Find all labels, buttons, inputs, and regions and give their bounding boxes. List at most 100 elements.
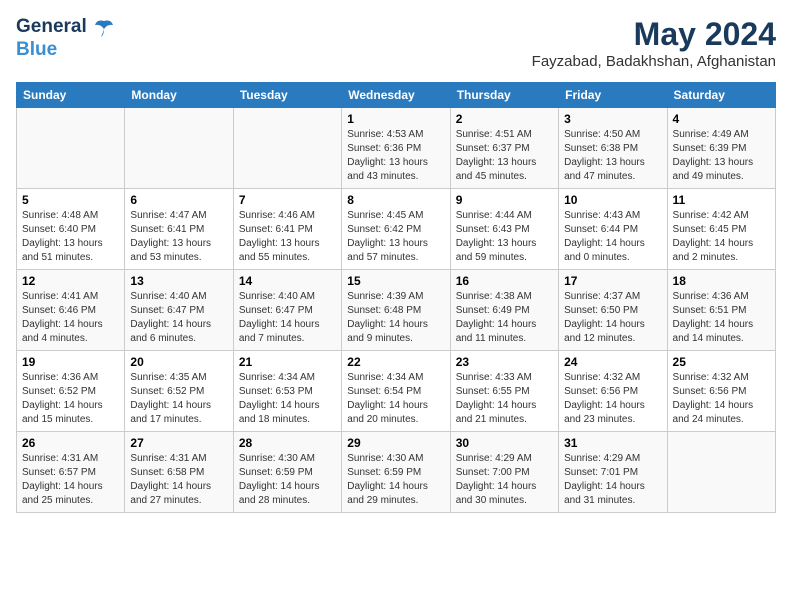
day-number: 22	[347, 355, 444, 369]
col-friday: Friday	[559, 83, 667, 108]
day-info: Sunrise: 4:38 AMSunset: 6:49 PMDaylight:…	[456, 290, 553, 346]
day-number: 24	[564, 355, 661, 369]
calendar-cell: 29 Sunrise: 4:30 AMSunset: 6:59 PMDayligh…	[342, 432, 450, 513]
col-thursday: Thursday	[450, 83, 558, 108]
calendar-cell: 6 Sunrise: 4:47 AMSunset: 6:41 PMDaylight…	[125, 189, 233, 270]
day-info: Sunrise: 4:31 AMSunset: 6:58 PMDaylight:…	[130, 452, 227, 508]
calendar-cell: 24Sunrise: 4:32 AMSunset: 6:56 PMDayligh…	[559, 351, 667, 432]
day-info: Sunrise: 4:30 AMSunset: 6:59 PMDaylight:…	[239, 452, 336, 508]
day-number: 5	[22, 193, 119, 207]
day-number: 1	[347, 112, 444, 126]
col-sunday: Sunday	[17, 83, 125, 108]
calendar-cell	[125, 108, 233, 189]
calendar-week-4: 19Sunrise: 4:36 AMSunset: 6:52 PMDayligh…	[17, 351, 776, 432]
day-info: Sunrise: 4:48 AMSunset: 6:40 PMDaylight:…	[22, 209, 119, 265]
calendar-cell: 14 Sunrise: 4:40 AMSunset: 6:47 PMDayligh…	[233, 270, 341, 351]
day-number: 31	[564, 436, 661, 450]
calendar-cell: 18 Sunrise: 4:36 AMSunset: 6:51 PMDayligh…	[667, 270, 775, 351]
day-info: Sunrise: 4:49 AMSunset: 6:39 PMDaylight:…	[673, 128, 770, 184]
page-header: General Blue May 2024 Fayzabad, Badakhsh…	[16, 16, 776, 70]
day-number: 26	[22, 436, 119, 450]
day-info: Sunrise: 4:41 AMSunset: 6:46 PMDaylight:…	[22, 290, 119, 346]
logo-general-text: General	[16, 16, 87, 37]
day-info: Sunrise: 4:35 AMSunset: 6:52 PMDaylight:…	[130, 371, 227, 427]
calendar-cell: 20 Sunrise: 4:35 AMSunset: 6:52 PMDayligh…	[125, 351, 233, 432]
calendar-cell: 16 Sunrise: 4:38 AMSunset: 6:49 PMDayligh…	[450, 270, 558, 351]
logo: General Blue	[16, 16, 115, 61]
calendar-cell: 15 Sunrise: 4:39 AMSunset: 6:48 PMDayligh…	[342, 270, 450, 351]
calendar-subtitle: Fayzabad, Badakhshan, Afghanistan	[532, 53, 776, 70]
day-info: Sunrise: 4:39 AMSunset: 6:48 PMDaylight:…	[347, 290, 444, 346]
calendar-cell: 2Sunrise: 4:51 AMSunset: 6:37 PMDaylight…	[450, 108, 558, 189]
day-info: Sunrise: 4:36 AMSunset: 6:51 PMDaylight:…	[673, 290, 770, 346]
day-number: 29	[347, 436, 444, 450]
calendar-cell: 8Sunrise: 4:45 AMSunset: 6:42 PMDaylight…	[342, 189, 450, 270]
calendar-table: Sunday Monday Tuesday Wednesday Thursday…	[16, 82, 776, 513]
day-number: 2	[456, 112, 553, 126]
calendar-cell: 7Sunrise: 4:46 AMSunset: 6:41 PMDaylight…	[233, 189, 341, 270]
day-number: 21	[239, 355, 336, 369]
day-number: 6	[130, 193, 227, 207]
day-info: Sunrise: 4:34 AMSunset: 6:54 PMDaylight:…	[347, 371, 444, 427]
day-info: Sunrise: 4:29 AMSunset: 7:00 PMDaylight:…	[456, 452, 553, 508]
day-number: 12	[22, 274, 119, 288]
day-number: 11	[673, 193, 770, 207]
day-number: 13	[130, 274, 227, 288]
day-number: 30	[456, 436, 553, 450]
calendar-cell: 1 Sunrise: 4:53 AMSunset: 6:36 PMDaylight…	[342, 108, 450, 189]
calendar-cell	[233, 108, 341, 189]
day-number: 9	[456, 193, 553, 207]
calendar-week-2: 5 Sunrise: 4:48 AMSunset: 6:40 PMDaylight…	[17, 189, 776, 270]
calendar-cell: 30 Sunrise: 4:29 AMSunset: 7:00 PMDayligh…	[450, 432, 558, 513]
logo-blue-text: Blue	[16, 39, 57, 60]
calendar-cell: 13 Sunrise: 4:40 AMSunset: 6:47 PMDayligh…	[125, 270, 233, 351]
day-number: 16	[456, 274, 553, 288]
day-info: Sunrise: 4:34 AMSunset: 6:53 PMDaylight:…	[239, 371, 336, 427]
calendar-cell: 12 Sunrise: 4:41 AMSunset: 6:46 PMDayligh…	[17, 270, 125, 351]
logo-line1: General	[16, 16, 115, 39]
calendar-cell: 10 Sunrise: 4:43 AMSunset: 6:44 PMDayligh…	[559, 189, 667, 270]
day-info: Sunrise: 4:40 AMSunset: 6:47 PMDaylight:…	[239, 290, 336, 346]
title-block: May 2024 Fayzabad, Badakhshan, Afghanist…	[532, 16, 776, 70]
calendar-cell: 23Sunrise: 4:33 AMSunset: 6:55 PMDayligh…	[450, 351, 558, 432]
day-info: Sunrise: 4:50 AMSunset: 6:38 PMDaylight:…	[564, 128, 661, 184]
day-info: Sunrise: 4:43 AMSunset: 6:44 PMDaylight:…	[564, 209, 661, 265]
day-info: Sunrise: 4:37 AMSunset: 6:50 PMDaylight:…	[564, 290, 661, 346]
col-wednesday: Wednesday	[342, 83, 450, 108]
calendar-title: May 2024	[532, 16, 776, 53]
calendar-cell: 25Sunrise: 4:32 AMSunset: 6:56 PMDayligh…	[667, 351, 775, 432]
day-info: Sunrise: 4:47 AMSunset: 6:41 PMDaylight:…	[130, 209, 227, 265]
col-tuesday: Tuesday	[233, 83, 341, 108]
calendar-cell: 19Sunrise: 4:36 AMSunset: 6:52 PMDayligh…	[17, 351, 125, 432]
day-number: 28	[239, 436, 336, 450]
calendar-cell: 4 Sunrise: 4:49 AMSunset: 6:39 PMDaylight…	[667, 108, 775, 189]
calendar-week-3: 12 Sunrise: 4:41 AMSunset: 6:46 PMDayligh…	[17, 270, 776, 351]
day-number: 3	[564, 112, 661, 126]
calendar-cell: 21 Sunrise: 4:34 AMSunset: 6:53 PMDayligh…	[233, 351, 341, 432]
day-info: Sunrise: 4:40 AMSunset: 6:47 PMDaylight:…	[130, 290, 227, 346]
day-number: 25	[673, 355, 770, 369]
calendar-week-5: 26 Sunrise: 4:31 AMSunset: 6:57 PMDayligh…	[17, 432, 776, 513]
day-number: 7	[239, 193, 336, 207]
day-number: 14	[239, 274, 336, 288]
day-number: 18	[673, 274, 770, 288]
logo-block: General Blue	[16, 16, 115, 61]
calendar-cell: 22 Sunrise: 4:34 AMSunset: 6:54 PMDayligh…	[342, 351, 450, 432]
calendar-header: Sunday Monday Tuesday Wednesday Thursday…	[17, 83, 776, 108]
day-number: 15	[347, 274, 444, 288]
calendar-cell: 11 Sunrise: 4:42 AMSunset: 6:45 PMDayligh…	[667, 189, 775, 270]
calendar-cell	[667, 432, 775, 513]
day-number: 10	[564, 193, 661, 207]
day-number: 20	[130, 355, 227, 369]
day-info: Sunrise: 4:30 AMSunset: 6:59 PMDaylight:…	[347, 452, 444, 508]
calendar-cell	[17, 108, 125, 189]
col-saturday: Saturday	[667, 83, 775, 108]
day-info: Sunrise: 4:53 AMSunset: 6:36 PMDaylight:…	[347, 128, 444, 184]
day-number: 4	[673, 112, 770, 126]
day-info: Sunrise: 4:45 AMSunset: 6:42 PMDaylight:…	[347, 209, 444, 265]
day-number: 27	[130, 436, 227, 450]
calendar-cell: 31Sunrise: 4:29 AMSunset: 7:01 PMDayligh…	[559, 432, 667, 513]
logo-bird-icon	[93, 17, 115, 39]
day-info: Sunrise: 4:31 AMSunset: 6:57 PMDaylight:…	[22, 452, 119, 508]
day-info: Sunrise: 4:42 AMSunset: 6:45 PMDaylight:…	[673, 209, 770, 265]
